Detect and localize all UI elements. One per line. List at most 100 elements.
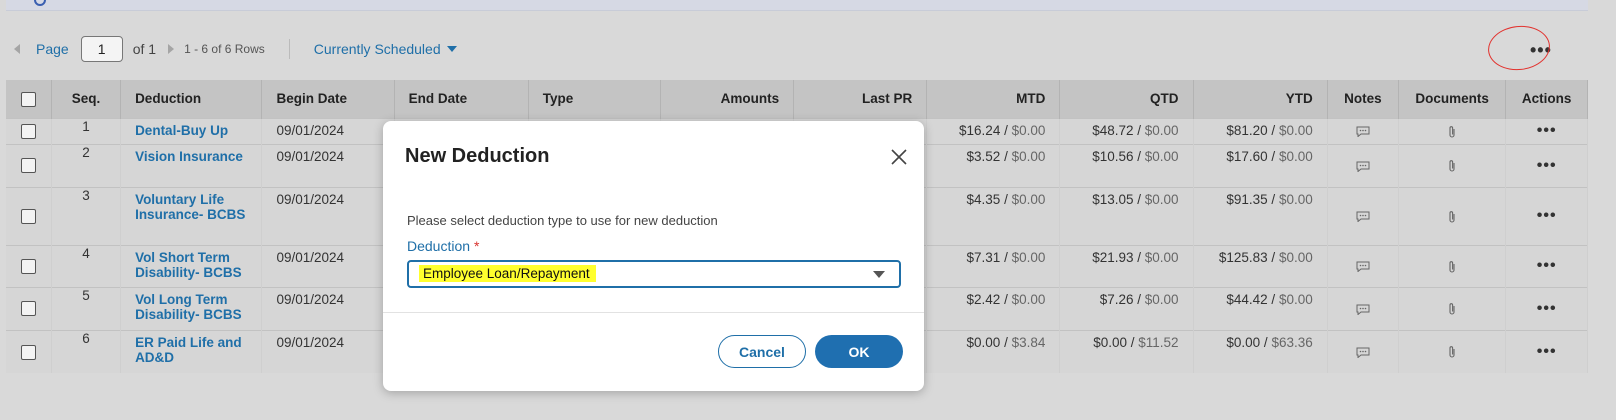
documents-cell[interactable] bbox=[1398, 186, 1507, 245]
documents-cell[interactable] bbox=[1398, 143, 1507, 187]
seq-cell: 1 bbox=[51, 117, 122, 144]
notes-icon bbox=[1356, 126, 1370, 138]
mtd-employer-value: $0.00 bbox=[1011, 249, 1046, 265]
prev-page-icon[interactable] bbox=[14, 44, 20, 54]
actions-cell[interactable]: ••• bbox=[1505, 244, 1588, 287]
column-header-qtd[interactable]: QTD bbox=[1059, 80, 1194, 118]
next-page-icon[interactable] bbox=[168, 44, 175, 54]
ytd-employer-value: $0.00 bbox=[1278, 122, 1313, 138]
ytd-employee-value: $44.42 bbox=[1226, 291, 1268, 307]
mtd-employee-value: $4.35 bbox=[966, 191, 1001, 207]
documents-cell[interactable] bbox=[1398, 286, 1507, 330]
divider bbox=[288, 39, 290, 59]
ytd-cell: $91.35 / $0.00 bbox=[1193, 186, 1328, 245]
row-actions-button[interactable]: ••• bbox=[1537, 122, 1557, 139]
close-icon[interactable] bbox=[890, 148, 908, 166]
qtd-employer-value: $0.00 bbox=[1144, 249, 1179, 265]
actions-cell[interactable]: ••• bbox=[1505, 186, 1588, 245]
mtd-employee-value: $7.31 bbox=[966, 249, 1001, 265]
notes-cell[interactable] bbox=[1327, 286, 1399, 330]
mtd-employer-value: $0.00 bbox=[1011, 148, 1046, 164]
row-actions-button[interactable]: ••• bbox=[1537, 300, 1557, 317]
paperclip-icon bbox=[1449, 303, 1455, 315]
mtd-employee-value: $2.42 bbox=[966, 291, 1001, 307]
begin-date-cell: 09/01/2024 bbox=[261, 143, 395, 187]
deduction-type-select[interactable]: Employee Loan/Repayment bbox=[407, 260, 901, 288]
documents-cell[interactable] bbox=[1398, 329, 1507, 373]
column-header-ytd[interactable]: YTD bbox=[1193, 80, 1328, 118]
qtd-employer-value: $0.00 bbox=[1144, 122, 1179, 138]
actions-cell[interactable]: ••• bbox=[1505, 117, 1588, 144]
actions-cell[interactable]: ••• bbox=[1505, 143, 1588, 187]
row-checkbox[interactable] bbox=[20, 301, 36, 317]
ok-button[interactable]: OK bbox=[815, 335, 903, 368]
column-header-mtd[interactable]: MTD bbox=[926, 80, 1061, 118]
row-actions-button[interactable]: ••• bbox=[1537, 257, 1557, 274]
required-indicator: * bbox=[474, 238, 480, 254]
ytd-employee-value: $0.00 bbox=[1226, 334, 1261, 350]
qtd-cell: $7.26 / $0.00 bbox=[1059, 286, 1194, 330]
row-select-cell[interactable] bbox=[6, 329, 52, 373]
column-header-last-pr[interactable]: Last PR bbox=[793, 80, 928, 118]
row-actions-button[interactable]: ••• bbox=[1537, 157, 1557, 174]
qtd-cell: $0.00 / $11.52 bbox=[1059, 329, 1194, 373]
notes-cell[interactable] bbox=[1327, 244, 1399, 287]
schedule-filter-dropdown[interactable]: Currently Scheduled bbox=[314, 41, 457, 57]
notes-cell[interactable] bbox=[1327, 117, 1399, 144]
pagination-bar: Page of 1 1 - 6 of 6 Rows Currently Sche… bbox=[14, 34, 457, 64]
chevron-down-icon bbox=[873, 271, 885, 278]
column-header-notes[interactable]: Notes bbox=[1327, 80, 1399, 118]
row-actions-button[interactable]: ••• bbox=[1537, 343, 1557, 360]
mtd-employee-value: $3.52 bbox=[966, 148, 1001, 164]
deduction-link[interactable]: ER Paid Life and AD&D bbox=[135, 335, 242, 365]
actions-cell[interactable]: ••• bbox=[1505, 286, 1588, 330]
row-checkbox[interactable] bbox=[20, 208, 36, 224]
actions-cell[interactable]: ••• bbox=[1505, 329, 1588, 373]
row-checkbox[interactable] bbox=[20, 158, 36, 174]
notes-cell[interactable] bbox=[1327, 143, 1399, 187]
row-select-cell[interactable] bbox=[6, 117, 52, 144]
deduction-link[interactable]: Dental-Buy Up bbox=[135, 123, 228, 138]
column-header-type[interactable]: Type bbox=[528, 80, 661, 118]
dialog-divider bbox=[383, 312, 924, 313]
row-checkbox[interactable] bbox=[20, 123, 36, 139]
ytd-cell: $44.42 / $0.00 bbox=[1193, 286, 1328, 330]
column-header-deduction[interactable]: Deduction bbox=[120, 80, 263, 118]
row-checkbox[interactable] bbox=[20, 344, 36, 360]
row-checkbox[interactable] bbox=[20, 258, 36, 274]
cancel-button[interactable]: Cancel bbox=[718, 335, 806, 368]
select-all-checkbox[interactable] bbox=[20, 91, 36, 107]
row-select-cell[interactable] bbox=[6, 143, 52, 187]
mtd-cell: $4.35 / $0.00 bbox=[926, 186, 1061, 245]
notes-cell[interactable] bbox=[1327, 329, 1399, 373]
column-header-documents[interactable]: Documents bbox=[1398, 80, 1507, 118]
select-all-cell[interactable] bbox=[6, 80, 52, 118]
qtd-cell: $13.05 / $0.00 bbox=[1059, 186, 1194, 245]
chevron-down-icon bbox=[446, 46, 457, 52]
deduction-link[interactable]: Vol Long Term Disability- BCBS bbox=[135, 292, 242, 322]
documents-cell[interactable] bbox=[1398, 117, 1507, 144]
qtd-employee-value: $48.72 bbox=[1092, 122, 1134, 138]
deduction-link[interactable]: Vision Insurance bbox=[135, 149, 243, 164]
notes-cell[interactable] bbox=[1327, 186, 1399, 245]
column-header-end-date[interactable]: End Date bbox=[394, 80, 529, 118]
begin-date-cell: 09/01/2024 bbox=[261, 286, 395, 330]
paperclip-icon bbox=[1449, 260, 1455, 273]
qtd-employer-value: $0.00 bbox=[1144, 191, 1179, 207]
deduction-link[interactable]: Vol Short Term Disability- BCBS bbox=[135, 250, 242, 280]
paperclip-icon bbox=[1449, 125, 1455, 138]
row-actions-button[interactable]: ••• bbox=[1537, 207, 1557, 224]
column-header-begin-date[interactable]: Begin Date bbox=[261, 80, 395, 118]
row-select-cell[interactable] bbox=[6, 286, 52, 330]
deduction-cell: Vision Insurance bbox=[120, 143, 263, 187]
row-select-cell[interactable] bbox=[6, 244, 52, 287]
row-select-cell[interactable] bbox=[6, 186, 52, 245]
page-number-input[interactable] bbox=[80, 36, 123, 62]
documents-cell[interactable] bbox=[1398, 244, 1507, 287]
info-icon bbox=[34, 0, 46, 6]
begin-date-cell: 09/01/2024 bbox=[261, 186, 395, 245]
deduction-link[interactable]: Voluntary Life Insurance- BCBS bbox=[135, 192, 245, 222]
column-header-amounts[interactable]: Amounts bbox=[660, 80, 795, 118]
seq-cell: 3 bbox=[51, 186, 122, 245]
column-header-seq[interactable]: Seq. bbox=[51, 80, 122, 118]
